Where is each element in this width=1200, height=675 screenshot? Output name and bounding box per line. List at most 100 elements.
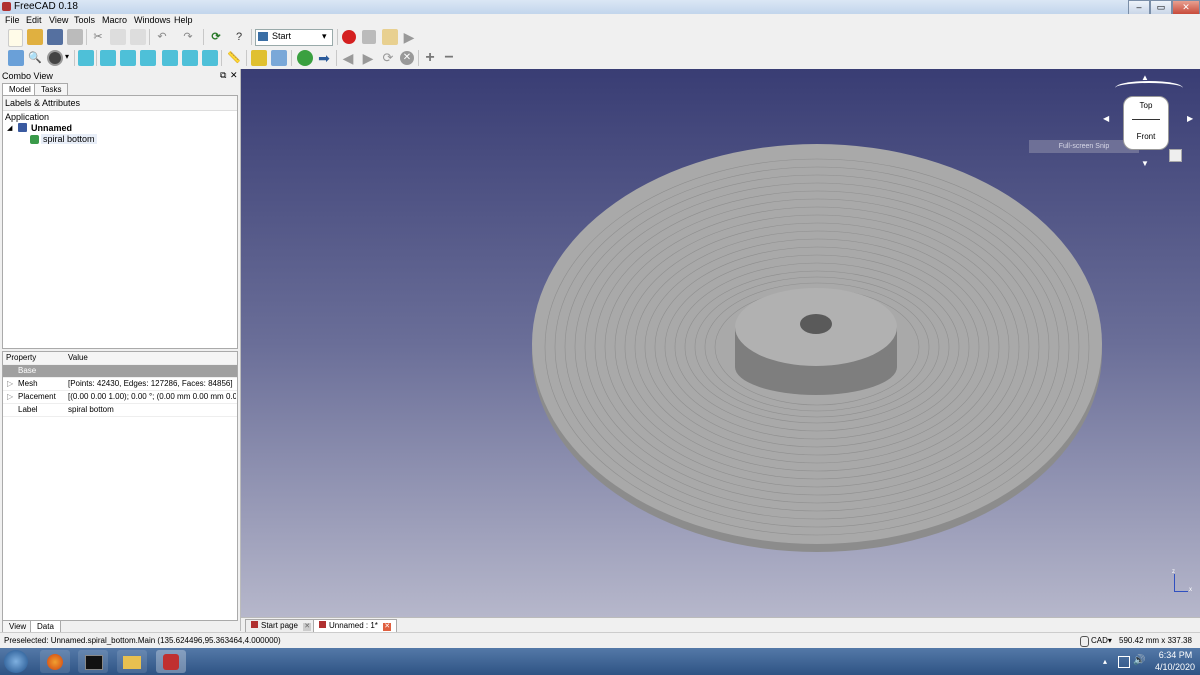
rotate-arc-icon[interactable]: [1115, 81, 1183, 95]
property-editor: Property Value Base ▷ Mesh [Points: 4243…: [2, 351, 238, 621]
close-button[interactable]: ✕: [1172, 0, 1200, 15]
nav-face-front[interactable]: Front: [1124, 132, 1168, 141]
navigation-cube[interactable]: ▲ ◀ ▶ ▼ Top Front: [1101, 73, 1196, 174]
menu-file[interactable]: File: [5, 15, 20, 25]
fit-all-icon[interactable]: [8, 50, 24, 66]
property-row-label[interactable]: Label spiral bottom: [3, 404, 237, 417]
3d-viewport[interactable]: Full-screen Snip ▲ ◀ ▶ ▼ Top Front z x: [241, 69, 1200, 617]
property-name: Mesh: [18, 379, 38, 388]
workbench-label: Start: [272, 31, 292, 41]
zoom-out-icon[interactable]: −: [441, 50, 457, 66]
tree-object-item[interactable]: spiral bottom: [41, 134, 97, 144]
top-view-icon[interactable]: [120, 50, 136, 66]
web-globe-icon[interactable]: [297, 50, 313, 66]
expand-arrow-icon[interactable]: ◢: [7, 124, 12, 132]
start-button[interactable]: [4, 650, 28, 673]
nav-right-icon[interactable]: ▶: [1187, 114, 1193, 123]
menu-tools[interactable]: Tools: [74, 15, 95, 25]
windows-taskbar: ▴ 🔊 6:34 PM 4/10/2020: [0, 648, 1200, 675]
taskbar-explorer[interactable]: [117, 650, 147, 673]
property-row-mesh[interactable]: ▷ Mesh [Points: 42430, Edges: 127286, Fa…: [3, 378, 237, 391]
tab-label: Start page: [261, 621, 298, 630]
close-panel-icon[interactable]: ✕: [230, 70, 238, 81]
fit-selection-icon[interactable]: 🔍: [27, 50, 43, 66]
tree-document-item[interactable]: Unnamed: [31, 123, 72, 133]
edit-macro-icon[interactable]: [382, 29, 398, 45]
action-center-icon[interactable]: [1118, 656, 1130, 668]
float-panel-icon[interactable]: ⧉: [220, 70, 226, 81]
left-view-icon[interactable]: [202, 50, 218, 66]
property-header: Property Value: [3, 352, 237, 365]
back-icon[interactable]: ◀: [340, 50, 356, 66]
save-icon[interactable]: [47, 29, 63, 45]
reload-icon[interactable]: ⟳: [380, 50, 396, 66]
rear-view-icon[interactable]: [162, 50, 178, 66]
menu-macro[interactable]: Macro: [102, 15, 127, 25]
property-row-placement[interactable]: ▷ Placement [(0.00 0.00 1.00); 0.00 °; (…: [3, 391, 237, 404]
open-folder-icon[interactable]: [27, 29, 43, 45]
tray-expand-icon[interactable]: ▴: [1103, 657, 1107, 666]
nav-cube-menu-icon[interactable]: [1169, 149, 1182, 162]
nav-down-icon[interactable]: ▼: [1141, 159, 1149, 168]
chevron-down-icon[interactable]: ▾: [65, 52, 69, 61]
record-macro-icon[interactable]: [342, 30, 356, 44]
menu-view[interactable]: View: [49, 15, 68, 25]
right-view-icon[interactable]: [140, 50, 156, 66]
terminal-icon: [85, 655, 103, 670]
taskbar-freecad[interactable]: [156, 650, 186, 673]
run-macro-icon[interactable]: ▶: [401, 29, 417, 45]
refresh-icon[interactable]: ⟳: [208, 29, 224, 45]
clock-time[interactable]: 6:34 PM: [1153, 650, 1198, 660]
whats-this-icon[interactable]: ?: [231, 29, 247, 45]
mesh-icon: [30, 135, 39, 144]
freecad-icon: [319, 621, 326, 628]
tab-start-page[interactable]: Start page ✕: [245, 619, 318, 633]
axis-cross-icon: z x: [1172, 569, 1192, 593]
nav-face-top[interactable]: Top: [1124, 101, 1168, 110]
freecad-icon: [163, 654, 179, 670]
expand-arrow-icon[interactable]: ▷: [7, 391, 13, 403]
freecad-icon: [251, 621, 258, 628]
zoom-in-icon[interactable]: +: [422, 50, 438, 66]
menu-help[interactable]: Help: [174, 15, 193, 25]
create-group-icon[interactable]: [271, 50, 287, 66]
stop-macro-icon[interactable]: [362, 30, 376, 44]
undo-icon[interactable]: ↶: [154, 29, 170, 45]
taskbar-firefox[interactable]: [40, 650, 70, 673]
arrow-right-icon[interactable]: ➡: [316, 50, 332, 66]
copy-icon[interactable]: [110, 29, 126, 45]
toolbar-separator: [86, 29, 87, 45]
volume-icon[interactable]: 🔊: [1133, 655, 1145, 666]
tab-unnamed[interactable]: Unnamed : 1* ✕: [313, 619, 398, 633]
isometric-view-icon[interactable]: [78, 50, 94, 66]
tab-label: Unnamed : 1*: [329, 621, 378, 630]
new-file-icon[interactable]: [8, 29, 23, 47]
arrow-right-icon: [258, 32, 268, 41]
maximize-button[interactable]: ▭: [1150, 0, 1172, 15]
taskbar-terminal[interactable]: [78, 650, 108, 673]
menu-edit[interactable]: Edit: [26, 15, 42, 25]
expand-arrow-icon[interactable]: ▷: [7, 378, 13, 390]
create-part-icon[interactable]: [251, 50, 267, 66]
close-tab-icon[interactable]: ✕: [383, 623, 392, 631]
menu-windows[interactable]: Windows: [134, 15, 171, 25]
forward-icon[interactable]: ▶: [360, 50, 376, 66]
redo-icon[interactable]: ↷: [180, 29, 196, 45]
bottom-view-icon[interactable]: [182, 50, 198, 66]
stop-icon[interactable]: ✕: [400, 51, 414, 65]
nav-cube-body[interactable]: Top Front: [1123, 96, 1169, 150]
measure-distance-icon[interactable]: 📏: [226, 50, 242, 66]
navigation-style[interactable]: CAD▾: [1091, 633, 1112, 649]
front-view-icon[interactable]: [100, 50, 116, 66]
draw-style-icon[interactable]: [47, 50, 63, 66]
cut-icon[interactable]: ✂: [90, 29, 106, 45]
nav-left-icon[interactable]: ◀: [1103, 114, 1109, 123]
clock-date[interactable]: 4/10/2020: [1151, 662, 1199, 672]
print-icon[interactable]: [67, 29, 83, 45]
paste-icon[interactable]: [130, 29, 146, 45]
document-tabs: Start page ✕ Unnamed : 1* ✕: [241, 617, 1200, 633]
workbench-selector[interactable]: Start ▾: [255, 29, 333, 46]
minimize-button[interactable]: –: [1128, 0, 1150, 15]
toolbar-separator: [74, 50, 75, 66]
close-tab-icon[interactable]: ✕: [303, 623, 312, 631]
